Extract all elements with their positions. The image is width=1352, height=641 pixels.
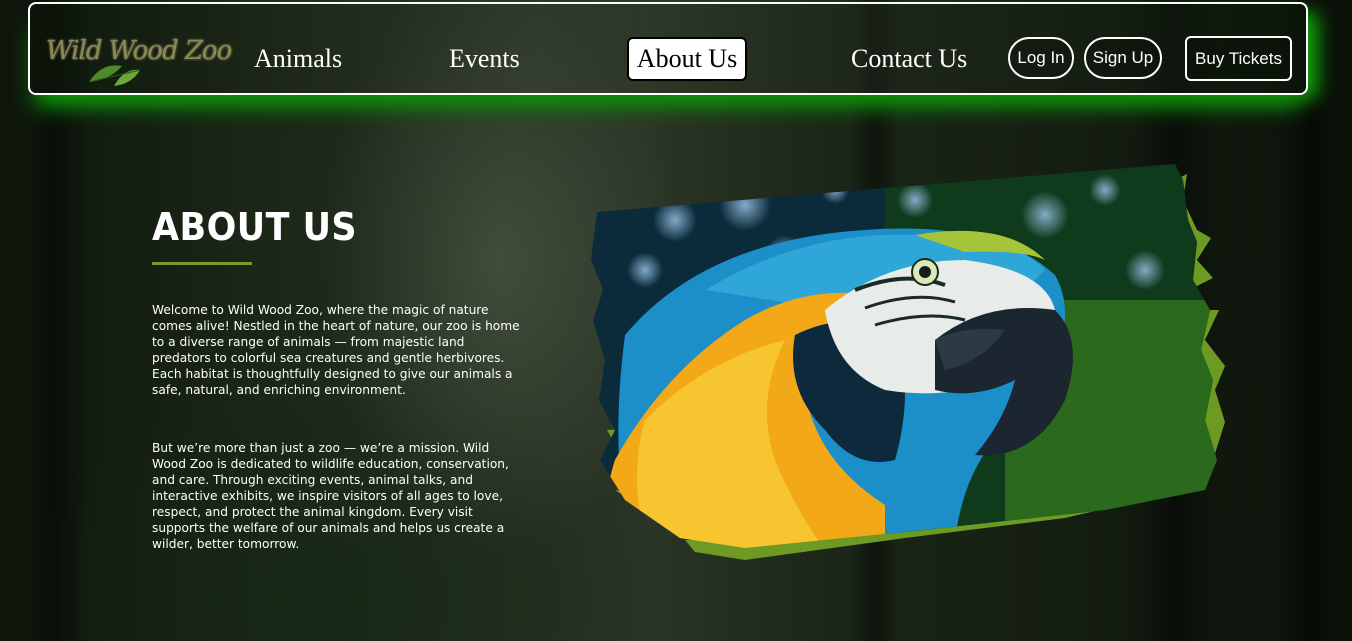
signup-button[interactable]: Sign Up: [1084, 37, 1162, 79]
about-paragraph-2: But we’re more than just a zoo — we’re a…: [152, 441, 509, 551]
nav-link-events[interactable]: Events: [449, 44, 520, 74]
nav-link-about-us[interactable]: About Us: [627, 37, 747, 81]
background-trunk: [20, 0, 90, 641]
about-paragraph-1: Welcome to Wild Wood Zoo, where the magi…: [152, 303, 520, 397]
macaw-image: [591, 164, 1225, 560]
login-button[interactable]: Log In: [1008, 37, 1074, 79]
macaw-photo: [585, 160, 1230, 565]
background-trunk: [1280, 0, 1340, 641]
logo[interactable]: Wild Wood Zoo: [46, 30, 232, 90]
nav-link-contact-us[interactable]: Contact Us: [851, 44, 967, 74]
page-title: ABOUT US: [152, 205, 358, 249]
navbar: Wild Wood Zoo Animals Events About Us Co…: [28, 2, 1308, 95]
title-underline: [152, 262, 252, 265]
buy-tickets-button[interactable]: Buy Tickets: [1185, 36, 1292, 81]
leaf-icon: [88, 65, 141, 86]
nav-link-animals[interactable]: Animals: [254, 44, 342, 74]
